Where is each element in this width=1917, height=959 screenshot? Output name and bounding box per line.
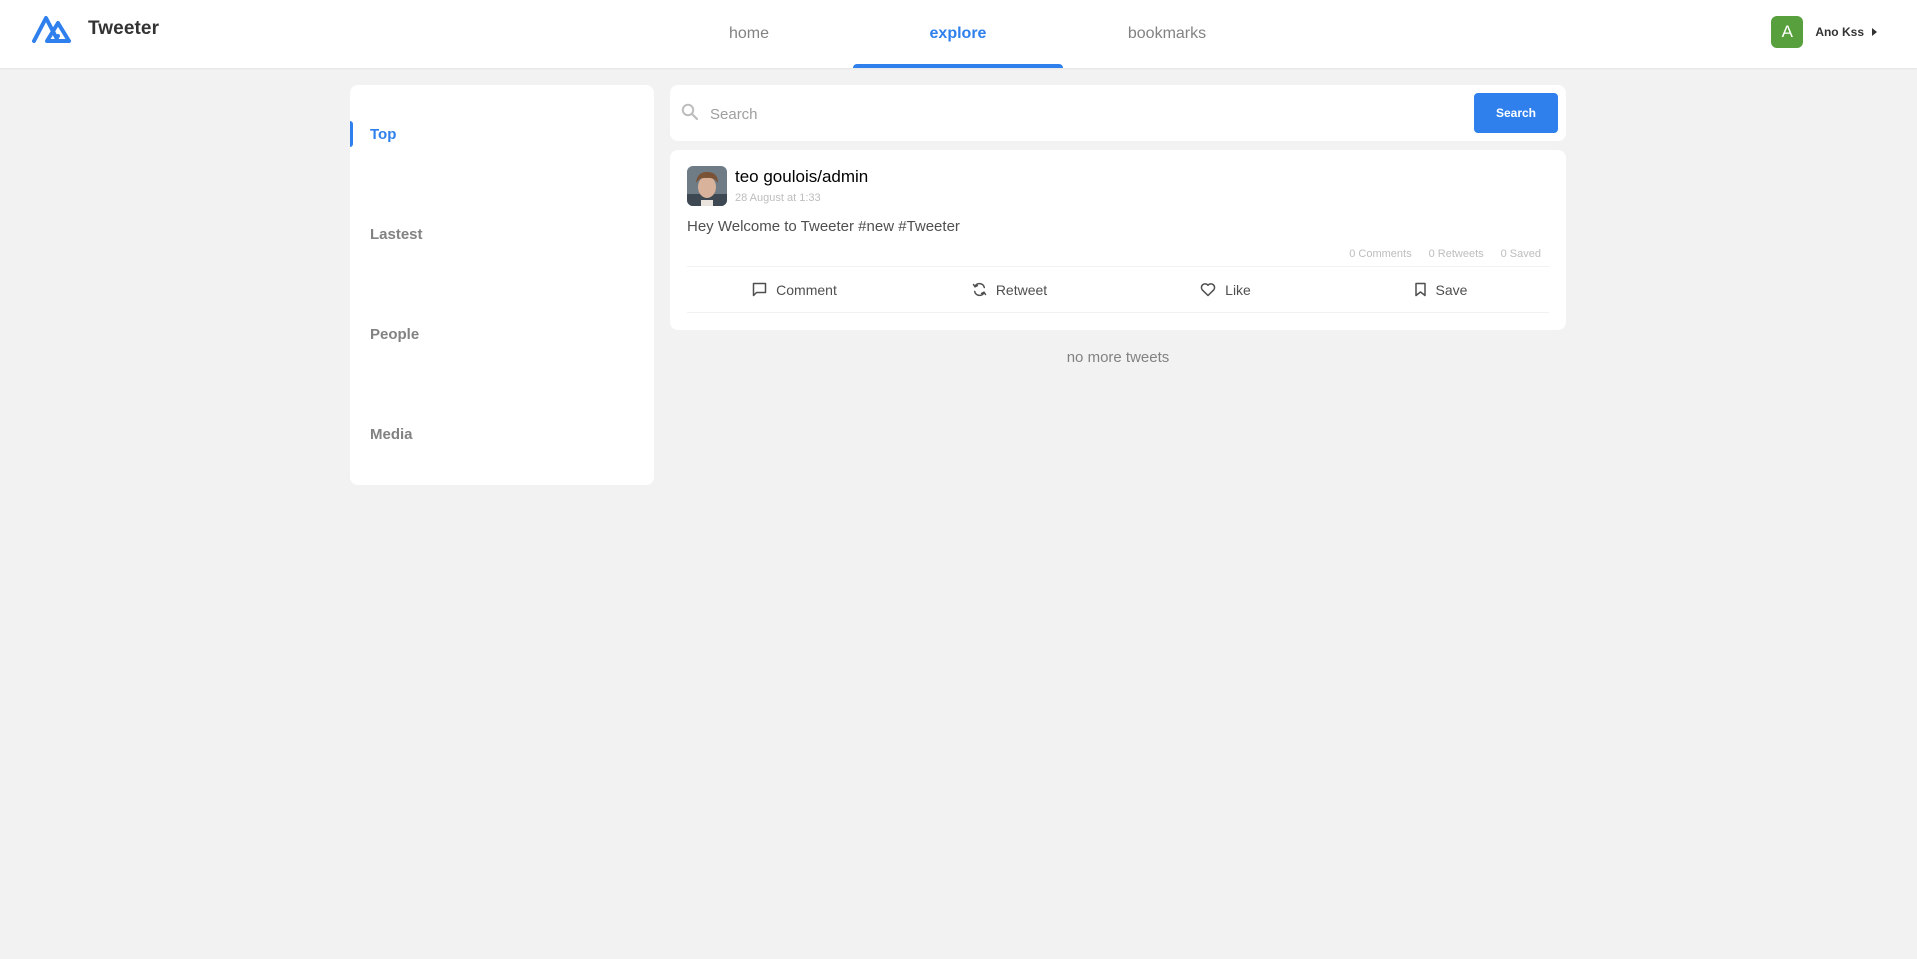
saved-count: 0 Saved: [1500, 248, 1541, 260]
tab-bookmarks[interactable]: bookmarks: [1062, 0, 1272, 68]
retweets-count: 0 Retweets: [1428, 248, 1484, 260]
tweet-timestamp: 28 August at 1:33: [735, 192, 821, 204]
filter-media[interactable]: Media: [350, 420, 654, 448]
retweet-label: Retweet: [995, 281, 1048, 298]
like-label: Like: [1225, 281, 1251, 298]
save-button[interactable]: Save: [1333, 267, 1548, 312]
logo[interactable]: Tweeter: [30, 14, 159, 44]
tweeter-logo-icon: [32, 16, 71, 43]
search-bar: Search: [670, 85, 1566, 141]
explore-filter-panel: Top Lastest People Media: [350, 85, 654, 485]
filter-lastest[interactable]: Lastest: [350, 220, 654, 248]
comment-button[interactable]: Comment: [687, 267, 902, 312]
heart-icon: [1200, 283, 1216, 297]
filter-top[interactable]: Top: [350, 120, 654, 148]
user-menu[interactable]: A Ano Kss: [1771, 15, 1877, 49]
filter-top-label: Top: [370, 125, 397, 143]
search-icon: [681, 103, 699, 121]
search-button[interactable]: Search: [1474, 93, 1558, 133]
caret-right-icon: [1872, 28, 1877, 36]
tab-home-label: home: [728, 25, 770, 42]
active-tab-indicator: [853, 64, 1063, 68]
bookmark-icon: [1414, 282, 1426, 297]
author-avatar[interactable]: [687, 166, 727, 206]
filter-media-label: Media: [370, 425, 413, 443]
search-input[interactable]: [708, 95, 1492, 133]
top-navbar: Tweeter home explore bookmarks A Ano Kss: [0, 0, 1917, 68]
comment-label: Comment: [776, 281, 837, 298]
tweet-stats: 0 Comments 0 Retweets 0 Saved: [1349, 248, 1541, 260]
save-label: Save: [1435, 281, 1468, 298]
filter-lastest-label: Lastest: [370, 225, 423, 243]
filter-people[interactable]: People: [350, 320, 654, 348]
retweet-icon: [972, 282, 987, 297]
feed-end-message: no more tweets: [1066, 349, 1170, 366]
tab-home[interactable]: home: [644, 0, 854, 68]
retweet-button[interactable]: Retweet: [902, 267, 1117, 312]
avatar: A: [1771, 16, 1804, 48]
app-name: Tweeter: [88, 18, 160, 39]
tab-explore[interactable]: explore: [853, 0, 1063, 68]
like-button[interactable]: Like: [1118, 267, 1333, 312]
author-photo-icon: [687, 166, 727, 206]
author-name[interactable]: teo goulois/admin: [735, 167, 868, 187]
filter-people-label: People: [370, 325, 420, 343]
tab-bookmarks-label: bookmarks: [1127, 25, 1207, 42]
user-name: Ano Kss: [1815, 25, 1864, 39]
tweet-card: teo goulois/admin 28 August at 1:33 Hey …: [670, 150, 1566, 330]
active-filter-indicator: [350, 121, 353, 147]
tweet-text: Hey Welcome to Tweeter #new #Tweeter: [687, 218, 960, 235]
comments-count: 0 Comments: [1349, 248, 1412, 260]
tweet-actions: Comment Retweet Like Save: [687, 266, 1549, 313]
tab-explore-label: explore: [929, 25, 987, 42]
comment-icon: [752, 282, 767, 297]
